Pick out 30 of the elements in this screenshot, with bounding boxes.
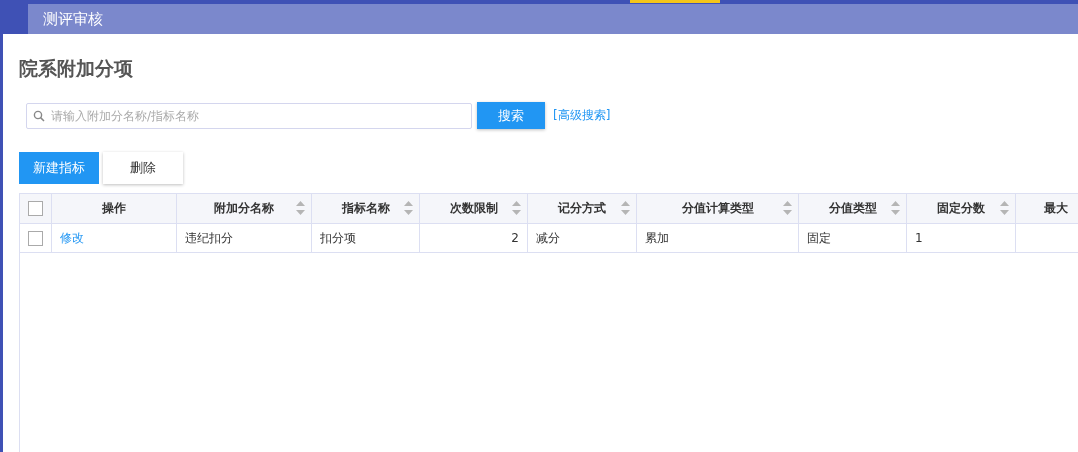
column-header[interactable]: 记分方式	[558, 200, 606, 217]
table-cell: 违纪扣分	[185, 229, 233, 247]
column-header[interactable]: 固定分数	[937, 200, 985, 217]
search-icon	[33, 109, 45, 122]
column-header[interactable]: 分值计算类型	[681, 200, 754, 217]
column-header[interactable]: 指标名称	[341, 200, 390, 217]
search-field[interactable]: 请输入附加分名称/指标名称	[26, 102, 472, 129]
table-cell: 扣分项	[320, 229, 356, 247]
sort-icon[interactable]	[511, 199, 522, 217]
delete-button[interactable]: 删除	[103, 152, 183, 184]
select-all-checkbox[interactable]	[28, 201, 43, 216]
column-header[interactable]: 分值类型	[828, 200, 877, 217]
table-cell: 固定	[807, 229, 831, 247]
sort-icon[interactable]	[403, 199, 414, 217]
column-header[interactable]: 操作	[102, 200, 126, 217]
column-header[interactable]: 次数限制	[449, 200, 498, 217]
sort-icon[interactable]	[890, 199, 901, 217]
sort-icon[interactable]	[782, 199, 793, 217]
table-cell: 2	[511, 231, 519, 245]
column-header[interactable]: 附加分名称	[214, 200, 274, 217]
table-cell: 减分	[536, 229, 560, 247]
sort-icon[interactable]	[295, 199, 306, 217]
page-title: 院系附加分项	[19, 56, 134, 81]
row-checkbox[interactable]	[28, 230, 43, 246]
header-title: 测评审核	[43, 9, 103, 29]
column-header[interactable]: 最大	[1043, 200, 1068, 217]
table-cell: 1	[915, 231, 923, 245]
sort-icon[interactable]	[999, 199, 1010, 217]
sort-icon[interactable]	[620, 199, 631, 217]
table-cell: 累加	[645, 229, 669, 247]
